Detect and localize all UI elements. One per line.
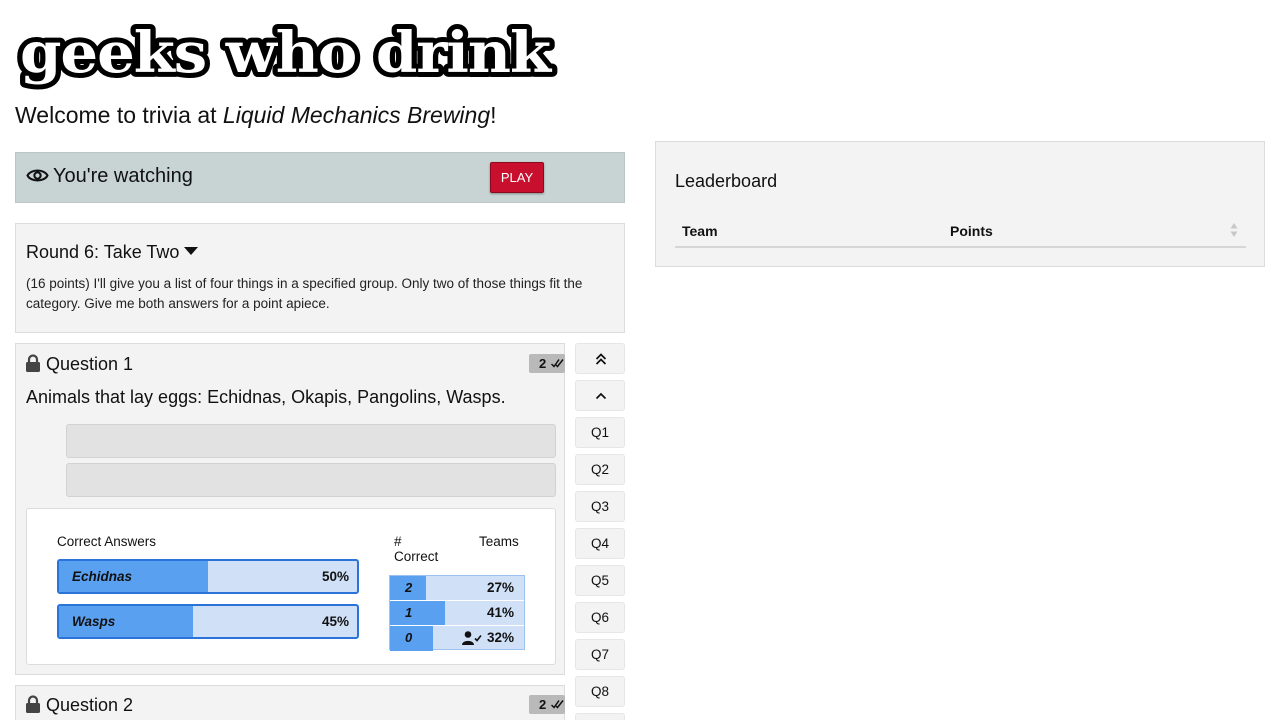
answer-percent: 45% (321, 614, 349, 629)
scroll-up-button[interactable] (575, 380, 625, 411)
num-correct-label: # Correct (394, 534, 439, 564)
venue-name: Liquid Mechanics Brewing (222, 102, 491, 128)
round-panel: Round 6: Take Two (16 points) I'll give … (15, 223, 625, 333)
question-title: Question 1 (46, 354, 134, 374)
scroll-to-top-button[interactable] (575, 343, 625, 374)
distribution-percent: 27% (486, 580, 514, 595)
watching-status: You're watching (53, 165, 193, 187)
answer-count-badge: 2 (529, 354, 565, 373)
answer-percent: 50% (321, 569, 349, 584)
distribution-row: 0 32% (390, 626, 524, 651)
lock-icon (26, 695, 40, 713)
double-chevron-up-icon (595, 353, 607, 365)
correct-answers-label: Correct Answers (57, 534, 157, 549)
round-title[interactable]: Round 6: Take Two (26, 242, 199, 263)
geeks-who-drink-logo: geeks who drink (15, 15, 558, 90)
distribution-fill (390, 601, 445, 625)
eye-icon (26, 169, 49, 182)
caret-down-icon[interactable] (184, 247, 199, 256)
double-check-icon (551, 700, 564, 709)
double-check-icon (551, 359, 564, 368)
answer-count-badge: 2 (529, 695, 565, 714)
chevron-up-icon (595, 392, 607, 400)
welcome-text: Welcome to trivia at Liquid Mechanics Br… (15, 102, 497, 128)
answer-field (66, 424, 556, 458)
question-card: Question 2 2 (15, 685, 565, 720)
play-button[interactable]: PLAY (490, 162, 544, 193)
team-column-header[interactable]: Team (682, 223, 718, 239)
distribution-percent: 32% (486, 630, 514, 645)
distribution-row: 1 41% (390, 601, 524, 626)
nav-q9-button[interactable] (575, 713, 625, 720)
nav-q8-button[interactable]: Q8 (575, 676, 625, 707)
nav-q5-button[interactable]: Q5 (575, 565, 625, 596)
answer-stats-panel: Correct Answers Echidnas 50% Wasps 45% #… (26, 508, 556, 665)
svg-text:geeks who drink: geeks who drink (20, 20, 552, 86)
leaderboard-panel: Leaderboard Team Points (655, 141, 1265, 267)
question-card: Question 1 2 Animals that lay eggs: Echi… (15, 343, 565, 675)
round-description: (16 points) I'll give you a list of four… (26, 276, 583, 311)
points-column-header[interactable]: Points (950, 223, 993, 239)
answer-bar: Echidnas 50% (57, 559, 359, 594)
nav-q2-button[interactable]: Q2 (575, 454, 625, 485)
question-text: Animals that lay eggs: Echidnas, Okapis,… (26, 387, 506, 407)
nav-q1-button[interactable]: Q1 (575, 417, 625, 448)
answer-name: Wasps (72, 614, 116, 629)
lock-icon (26, 354, 40, 372)
sort-icon[interactable] (1230, 222, 1238, 238)
correct-distribution: 2 27% 1 41% 0 32% (389, 575, 525, 651)
leaderboard-title: Leaderboard (675, 171, 778, 191)
distribution-count: 2 (405, 580, 413, 595)
answer-bar: Wasps 45% (57, 604, 359, 639)
answer-field (66, 463, 556, 497)
question-title: Question 2 (46, 695, 134, 715)
nav-q3-button[interactable]: Q3 (575, 491, 625, 522)
distribution-row: 2 27% (390, 576, 524, 601)
teams-label: Teams (479, 534, 519, 549)
nav-q7-button[interactable]: Q7 (575, 639, 625, 670)
user-check-icon (462, 631, 482, 645)
nav-q6-button[interactable]: Q6 (575, 602, 625, 633)
distribution-percent: 41% (486, 605, 514, 620)
watching-bar: You're watching PLAY (15, 152, 625, 203)
answer-name: Echidnas (72, 569, 133, 584)
distribution-count: 1 (405, 605, 413, 620)
leaderboard-table-header: Team Points (675, 217, 1246, 248)
distribution-count: 0 (405, 630, 413, 645)
nav-q4-button[interactable]: Q4 (575, 528, 625, 559)
